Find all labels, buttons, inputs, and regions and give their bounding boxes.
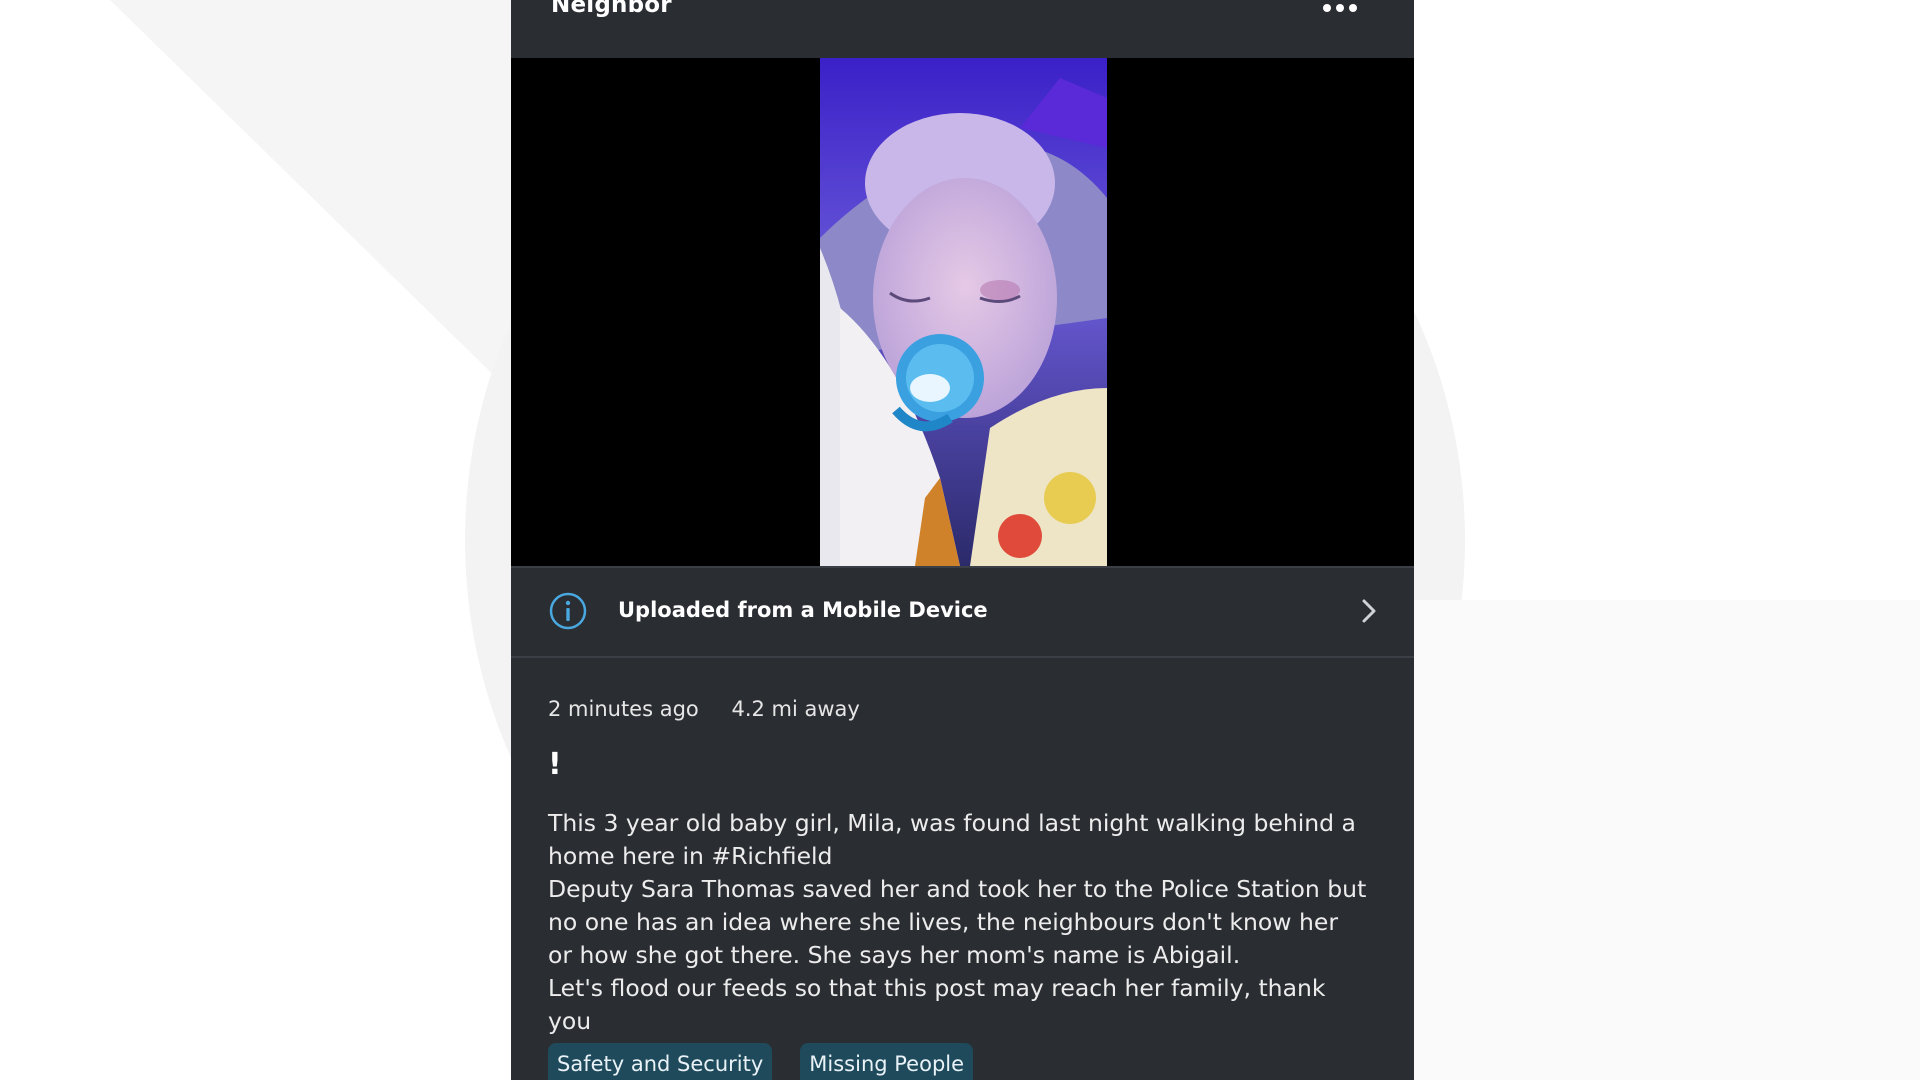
post-title: ! [548,747,562,782]
post-time: 2 minutes ago [548,697,699,721]
tag-missing-people[interactable]: Missing People [800,1043,974,1080]
post-body: This 3 year old baby girl, Mila, was fou… [548,807,1368,1038]
more-icon [1323,4,1331,12]
more-options-button[interactable] [1320,0,1360,18]
app-title: Neighbor [551,0,672,18]
post-media[interactable] [511,58,1414,566]
more-icon-dot [1336,4,1344,12]
upload-source-label: Uploaded from a Mobile Device [618,598,988,622]
chevron-right-icon [1362,599,1376,623]
more-icon-dot [1349,4,1357,12]
divider-bottom [511,656,1414,658]
upload-source-row[interactable]: Uploaded from a Mobile Device [511,568,1414,656]
tag-safety-and-security[interactable]: Safety and Security [548,1043,773,1080]
post-body-line: Let's flood our feeds so that this post … [548,974,1326,1035]
post-body-line: This 3 year old baby girl, Mila, was fou… [548,809,1356,870]
post-body-line: Deputy Sara Thomas saved her and took he… [548,875,1367,969]
post-meta: 2 minutes ago 4.2 mi away [548,697,886,721]
post-distance: 4.2 mi away [731,697,860,721]
child-photo [820,58,1107,566]
info-icon [549,592,587,630]
post-tags: Safety and Security Missing People [548,1043,974,1080]
top-bar: Neighbor [511,0,1414,58]
app-screen: Neighbor Uploaded from a Mobile Device 2… [511,0,1414,1080]
